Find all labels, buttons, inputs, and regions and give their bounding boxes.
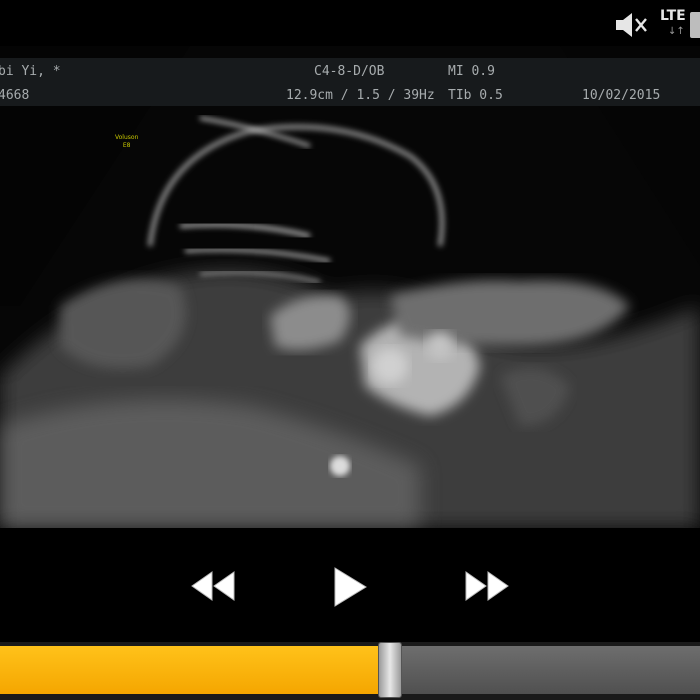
voluson-marker: Voluson E8 — [115, 134, 138, 150]
ultrasound-image — [0, 46, 700, 528]
battery-icon — [690, 12, 700, 38]
patient-name: bi Yi, * — [0, 64, 61, 79]
probe-preset: C4-8-D/OB — [314, 64, 385, 79]
fast-forward-icon — [465, 571, 509, 601]
fast-forward-button[interactable] — [462, 564, 514, 608]
rewind-button[interactable] — [186, 564, 238, 608]
play-icon — [334, 567, 367, 607]
seek-bar-played — [0, 646, 389, 694]
video-frame[interactable]: bi Yi, * 4668 C4-8-D/OB MI 0.9 12.9cm / … — [0, 46, 700, 528]
scan-date: 10/02/2015 — [582, 88, 661, 103]
speaker-muted-icon — [616, 13, 647, 37]
status-bar: LTE ↓↑ — [0, 0, 700, 46]
player-controls — [0, 528, 700, 646]
marker-line-1: Voluson — [115, 134, 139, 141]
network-type-label: LTE — [660, 8, 686, 24]
marker-line-2: E8 — [122, 142, 131, 149]
seek-thumb[interactable] — [378, 642, 402, 698]
patient-id: 4668 — [0, 88, 30, 103]
play-button[interactable] — [326, 562, 374, 612]
mechanical-index: MI 0.9 — [448, 64, 495, 79]
thermal-index: TIb 0.5 — [448, 88, 503, 103]
depth-gain-rate: 12.9cm / 1.5 / 39Hz — [286, 88, 435, 103]
seek-bar-remaining — [389, 646, 700, 694]
seek-bar[interactable] — [0, 642, 700, 700]
ultrasound-info-bar: bi Yi, * 4668 C4-8-D/OB MI 0.9 12.9cm / … — [0, 58, 700, 106]
data-activity-icon: ↓↑ — [668, 26, 685, 37]
rewind-icon — [191, 571, 235, 601]
